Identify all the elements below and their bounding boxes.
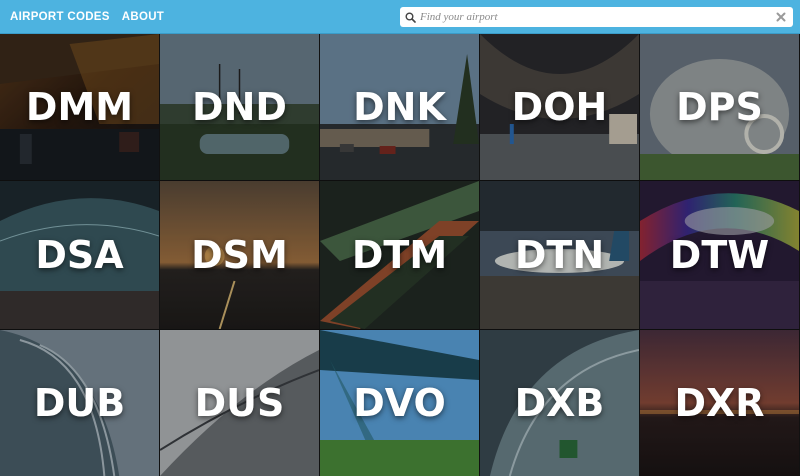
airport-code: DXR bbox=[674, 381, 765, 425]
airport-tile-dmm[interactable]: DMM bbox=[0, 34, 160, 180]
airport-tile-dps[interactable]: DPS bbox=[640, 34, 800, 180]
airport-tile-dsa[interactable]: DSA bbox=[0, 181, 160, 329]
airport-tile-dsm[interactable]: DSM bbox=[160, 181, 320, 329]
brand-link[interactable]: AIRPORT CODES bbox=[10, 11, 110, 23]
airport-code: DNK bbox=[353, 85, 446, 129]
airport-tile-dxr[interactable]: DXR bbox=[640, 330, 800, 476]
search-input[interactable] bbox=[420, 8, 760, 26]
airport-tile-dtw[interactable]: DTW bbox=[640, 181, 800, 329]
airport-code: DUS bbox=[194, 381, 285, 425]
airport-code: DVO bbox=[353, 381, 446, 425]
airport-grid: DMM DND DNK DOH DPS DSA DSM DTM DTN DTW … bbox=[0, 34, 800, 476]
airport-tile-dtn[interactable]: DTN bbox=[480, 181, 640, 329]
airport-tile-dvo[interactable]: DVO bbox=[320, 330, 480, 476]
airport-tile-dub[interactable]: DUB bbox=[0, 330, 160, 476]
airport-tile-doh[interactable]: DOH bbox=[480, 34, 640, 180]
airport-code: DXB bbox=[514, 381, 605, 425]
airport-tile-dxb[interactable]: DXB bbox=[480, 330, 640, 476]
airport-code: DTW bbox=[669, 233, 770, 277]
airport-tile-dnd[interactable]: DND bbox=[160, 34, 320, 180]
airport-code: DND bbox=[192, 85, 287, 129]
airport-code: DPS bbox=[676, 85, 763, 129]
airport-code: DUB bbox=[33, 381, 126, 425]
search-icon bbox=[400, 7, 420, 27]
about-link[interactable]: ABOUT bbox=[122, 11, 164, 23]
airport-code: DMM bbox=[25, 85, 134, 129]
airport-code: DSM bbox=[191, 233, 288, 277]
airport-code: DSA bbox=[35, 233, 124, 277]
top-navigation-bar: AIRPORT CODES ABOUT bbox=[0, 0, 800, 34]
airport-code: DTM bbox=[351, 233, 448, 277]
close-icon[interactable] bbox=[774, 10, 788, 24]
airport-tile-dnk[interactable]: DNK bbox=[320, 34, 480, 180]
search-box[interactable] bbox=[400, 7, 793, 27]
airport-tile-dus[interactable]: DUS bbox=[160, 330, 320, 476]
airport-code: DTN bbox=[514, 233, 605, 277]
airport-tile-dtm[interactable]: DTM bbox=[320, 181, 480, 329]
airport-code: DOH bbox=[511, 85, 608, 129]
